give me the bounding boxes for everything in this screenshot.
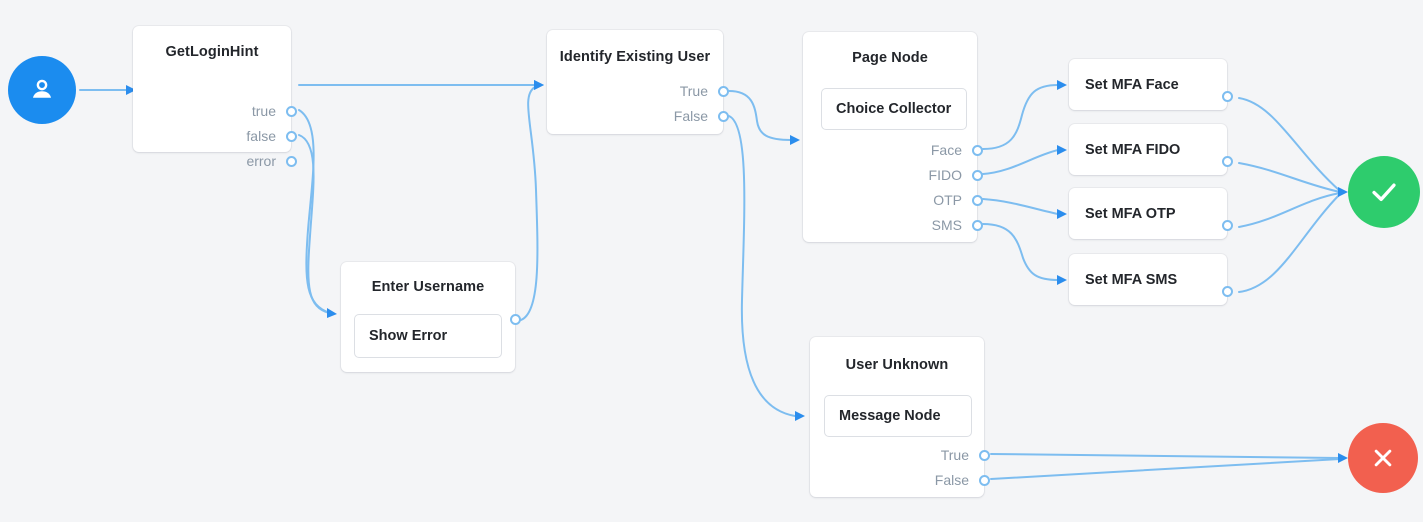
output-port-true[interactable]: True (824, 447, 990, 463)
edge-getloginhint-error-to-enterusername (298, 134, 330, 314)
port-dot[interactable] (972, 144, 983, 156)
arrow-head (1057, 209, 1067, 219)
node-enter-username[interactable]: Enter Username Show Error (341, 262, 521, 372)
node-page-node[interactable]: Page Node Choice Collector Face FIDO OTP… (803, 32, 983, 242)
port-label: OTP (933, 192, 962, 208)
arrow-head (1057, 80, 1067, 90)
arrow-head (1338, 187, 1348, 197)
success-node[interactable] (1348, 156, 1420, 228)
inner-node-choice-collector[interactable]: Choice Collector (821, 88, 967, 130)
node-set-mfa-fido[interactable]: Set MFA FIDO (1069, 124, 1233, 175)
inner-node-show-error[interactable]: Show Error (354, 314, 502, 358)
output-port-false[interactable]: false (147, 128, 297, 144)
node-title: GetLoginHint (165, 44, 259, 60)
output-port-sms[interactable]: SMS (817, 217, 983, 233)
port-dot[interactable] (718, 110, 729, 122)
edge-pagenode-face-to-mfa-face (982, 84, 1059, 150)
node-title: Enter Username (371, 279, 485, 295)
inner-node-label: Show Error (369, 328, 448, 344)
edge-pagenode-otp-to-mfa-otp (982, 198, 1059, 215)
port-dot[interactable] (286, 105, 297, 117)
arrow-head (534, 80, 544, 90)
output-port-false[interactable]: False (561, 108, 729, 124)
port-dot[interactable] (972, 219, 983, 231)
arrow-head (327, 308, 337, 318)
port-label: FIDO (928, 167, 962, 183)
start-node[interactable] (8, 56, 76, 124)
node-set-mfa-otp[interactable]: Set MFA OTP (1069, 188, 1233, 239)
port-label: true (251, 103, 276, 119)
arrow-head (1057, 145, 1067, 155)
arrow-head (795, 411, 805, 421)
node-get-login-hint[interactable]: GetLoginHint true false error (133, 26, 297, 168)
close-icon (1368, 443, 1398, 473)
edge-pagenode-sms-to-mfa-sms (982, 223, 1059, 281)
edge-identify-true-to-pagenode (728, 90, 792, 141)
port-dot[interactable] (718, 85, 729, 97)
check-icon (1367, 175, 1401, 209)
node-identify-existing-user[interactable]: Identify Existing User True False (547, 30, 729, 134)
port-dot[interactable] (979, 449, 990, 461)
output-port-true[interactable]: true (147, 103, 297, 119)
output-port-face[interactable]: Face (817, 142, 983, 158)
node-title: Set MFA Face (1085, 76, 1179, 93)
output-port-fido[interactable]: FIDO (817, 167, 983, 183)
node-title: Identify Existing User (559, 49, 711, 65)
output-port-dot[interactable] (510, 314, 521, 325)
port-dot[interactable] (286, 155, 297, 167)
output-port-dot[interactable] (1222, 286, 1233, 297)
arrow-head (1057, 275, 1067, 285)
edge-userunknown-false-to-failure (990, 458, 1341, 480)
node-title: Page Node (852, 50, 928, 66)
edge-mfa-sms-to-success (1238, 193, 1341, 293)
port-label: error (246, 153, 276, 169)
port-dot[interactable] (286, 130, 297, 142)
output-port-dot[interactable] (1222, 156, 1233, 167)
node-set-mfa-sms[interactable]: Set MFA SMS (1069, 254, 1233, 305)
inner-node-message-node[interactable]: Message Node (824, 395, 972, 437)
inner-node-label: Message Node (839, 408, 941, 424)
node-user-unknown[interactable]: User Unknown Message Node True False (810, 337, 990, 497)
inner-node-label: Choice Collector (836, 101, 952, 117)
arrow-head (534, 80, 544, 90)
arrow-head (790, 135, 800, 145)
edge-mfa-otp-to-success (1238, 192, 1341, 228)
output-port-false[interactable]: False (824, 472, 990, 488)
port-dot[interactable] (979, 474, 990, 486)
output-port-true[interactable]: True (561, 83, 729, 99)
edge-mfa-fido-to-success (1238, 162, 1341, 193)
node-title: Set MFA OTP (1085, 205, 1176, 222)
flow-canvas[interactable]: GetLoginHint true false error Identify E… (0, 0, 1423, 522)
port-label: False (934, 472, 969, 488)
node-title: Set MFA FIDO (1085, 141, 1181, 158)
port-label: True (940, 447, 969, 463)
output-port-dot[interactable] (1222, 91, 1233, 102)
port-label: Face (930, 142, 962, 158)
failure-node[interactable] (1348, 423, 1418, 493)
output-port-dot[interactable] (1222, 220, 1233, 231)
port-dot[interactable] (972, 194, 983, 206)
port-dot[interactable] (972, 169, 983, 181)
user-avatar-icon (27, 75, 57, 105)
port-label: SMS (931, 217, 962, 233)
edge-userunknown-true-to-failure (990, 453, 1341, 459)
edge-enterusername-to-identify (520, 86, 539, 321)
node-set-mfa-face[interactable]: Set MFA Face (1069, 59, 1233, 110)
edge-getloginhint-false-to-enterusername (298, 109, 331, 314)
port-label: false (246, 128, 276, 144)
arrow-head (1338, 453, 1348, 463)
node-title: User Unknown (845, 357, 949, 373)
port-label: True (679, 83, 708, 99)
edge-identify-false-to-userunknown (728, 115, 796, 417)
output-port-error[interactable]: error (147, 153, 297, 169)
node-title: Set MFA SMS (1085, 271, 1178, 288)
edge-mfa-face-to-success (1238, 97, 1341, 192)
edge-pagenode-fido-to-mfa-fido (982, 149, 1059, 175)
output-port-otp[interactable]: OTP (817, 192, 983, 208)
port-label: False (673, 108, 708, 124)
